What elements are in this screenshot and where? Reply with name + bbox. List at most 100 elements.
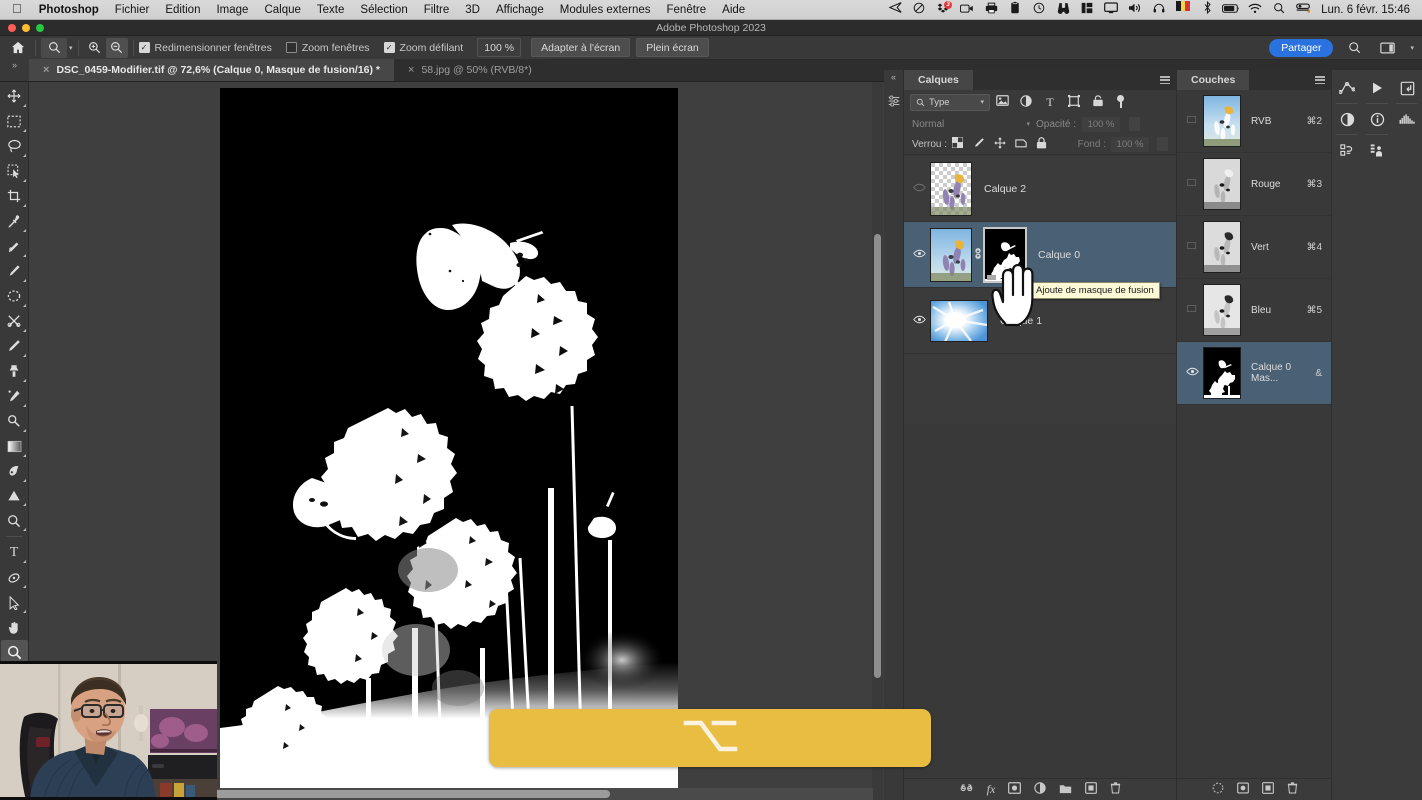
move-tool[interactable] — [1, 84, 28, 109]
channel-visibility-toggle[interactable] — [1181, 178, 1203, 190]
chevron-down-icon[interactable]: ▾ — [1026, 120, 1030, 128]
screen-record-icon[interactable] — [955, 0, 979, 20]
menu-item-affichage[interactable]: Affichage — [488, 4, 552, 16]
channel-visibility-toggle[interactable] — [1181, 304, 1203, 316]
menu-item-calque[interactable]: Calque — [256, 4, 308, 16]
binoculars-icon[interactable] — [1051, 0, 1075, 20]
channel-thumbnail-rouge[interactable] — [1203, 158, 1241, 210]
opacity-stepper[interactable] — [1129, 117, 1141, 131]
path-selection-tool[interactable] — [1, 590, 28, 615]
lock-image-icon[interactable] — [968, 137, 989, 152]
link-layers-icon[interactable] — [959, 783, 974, 796]
bluetooth-icon[interactable] — [1195, 0, 1219, 20]
smart-object-filter-icon[interactable] — [1086, 94, 1110, 110]
filter-toggle-icon[interactable] — [1116, 95, 1125, 109]
checkbox-resize-windows[interactable]: ✓ Redimensionner fenêtres — [138, 42, 272, 54]
clock-icon[interactable] — [1027, 0, 1051, 20]
actions-panel-icon[interactable] — [1362, 73, 1392, 103]
dropbox-icon[interactable]: 3 — [931, 0, 955, 20]
menu-item-texte[interactable]: Texte — [309, 4, 353, 16]
new-channel-icon[interactable] — [1261, 782, 1274, 797]
spotlight-search-icon[interactable] — [1267, 0, 1291, 20]
close-icon[interactable]: × — [43, 64, 49, 76]
menu-item-photoshop[interactable]: Photoshop — [31, 4, 107, 16]
delete-channel-icon[interactable] — [1287, 782, 1298, 797]
channel-visibility-toggle[interactable] — [1181, 241, 1203, 253]
type-filter-icon[interactable]: T — [1038, 95, 1062, 110]
link-icon[interactable] — [972, 247, 984, 263]
list-item[interactable]: RVB ⌘2 — [1177, 90, 1332, 153]
channel-visibility-toggle[interactable] — [1181, 367, 1203, 379]
adjustments-panel-icon[interactable] — [1332, 104, 1362, 134]
fit-screen-button[interactable]: Adapter à l'écran — [531, 38, 631, 57]
properties-panel-icon[interactable] — [1392, 73, 1422, 103]
add-mask-icon[interactable] — [1008, 782, 1022, 797]
window-traffic-lights[interactable] — [8, 24, 44, 32]
canvas-vertical-scrollbar[interactable] — [872, 82, 883, 800]
menu-item-selection[interactable]: Sélection — [352, 4, 415, 16]
fill-value[interactable]: 100 % — [1111, 136, 1149, 152]
panel-collapse-arrows-icon[interactable]: « — [884, 70, 903, 82]
panel-menu-icon[interactable] — [1315, 76, 1325, 84]
stats-icon[interactable] — [1075, 0, 1099, 20]
curves-panel-icon[interactable] — [1332, 73, 1362, 103]
checkbox-scrubby-zoom-box[interactable]: ✓ — [383, 42, 395, 53]
checkbox-resize-windows-box[interactable]: ✓ — [138, 42, 150, 53]
workspace-icon[interactable] — [1375, 37, 1399, 59]
chevron-down-icon[interactable]: ▾ — [980, 98, 984, 106]
stamp-tool[interactable] — [1, 284, 28, 309]
menu-item-3d[interactable]: 3D — [457, 4, 488, 16]
full-screen-button[interactable]: Plein écran — [636, 38, 709, 57]
tab-dsc0459[interactable]: × DSC_0459-Modifier.tif @ 72,6% (Calque … — [29, 59, 395, 81]
layer-thumbnail-calque0[interactable] — [930, 227, 972, 282]
new-layer-icon[interactable] — [1085, 782, 1098, 797]
apple-icon[interactable]:  — [6, 2, 31, 17]
do-not-disturb-icon[interactable] — [907, 0, 931, 20]
type-tool[interactable]: T — [1, 540, 28, 565]
document-canvas[interactable] — [220, 88, 678, 788]
eraser-tool[interactable] — [1, 334, 28, 359]
channel-thumbnail-bleu[interactable] — [1203, 284, 1241, 336]
workspace-chevron-down-icon[interactable]: ▾ — [1410, 44, 1414, 52]
checkbox-zoom-windows[interactable]: Zoom fenêtres — [285, 42, 370, 54]
display-icon[interactable] — [1099, 0, 1123, 20]
info-panel-icon[interactable] — [1362, 104, 1392, 134]
layer-visibility-toggle[interactable] — [908, 249, 930, 261]
printer-icon[interactable] — [979, 0, 1003, 20]
toolbar-collapse-arrows-icon[interactable]: » — [0, 59, 29, 81]
lock-transparent-icon[interactable] — [947, 136, 968, 151]
close-icon[interactable]: × — [408, 64, 414, 76]
list-item[interactable]: Bleu ⌘5 — [1177, 279, 1332, 342]
panel-dock-rail[interactable]: « — [884, 70, 904, 800]
home-icon[interactable] — [6, 37, 30, 59]
menu-item-image[interactable]: Image — [208, 4, 256, 16]
zoom-in-icon[interactable] — [84, 38, 106, 58]
path-tool[interactable] — [1, 565, 28, 590]
layer-thumbnail-calque2[interactable] — [930, 161, 972, 216]
list-item[interactable]: Rouge ⌘3 — [1177, 153, 1332, 216]
channel-thumbnail-vert[interactable] — [1203, 221, 1241, 273]
history-brush-tool[interactable] — [1, 309, 28, 334]
blend-mode-select[interactable]: Normal ▾ — [912, 119, 1030, 130]
layer-name-calque2[interactable]: Calque 2 — [984, 183, 1026, 195]
new-group-icon[interactable] — [1059, 783, 1072, 797]
volume-icon[interactable] — [1123, 0, 1147, 20]
table-row[interactable]: Calque 0 — [904, 222, 1176, 288]
menu-item-filtre[interactable]: Filtre — [416, 4, 458, 16]
shape-filter-icon[interactable] — [1062, 94, 1086, 110]
magnifier-small-tool[interactable] — [1, 508, 28, 533]
battery-icon[interactable] — [1219, 0, 1243, 20]
brush-tool[interactable] — [1, 259, 28, 284]
horizontal-scroll-thumb[interactable] — [207, 790, 610, 798]
shape-tool[interactable] — [1, 484, 28, 509]
libraries-panel-icon[interactable] — [1332, 135, 1362, 165]
vertical-scroll-thumb[interactable] — [874, 234, 881, 678]
checkbox-zoom-windows-box[interactable] — [285, 42, 297, 53]
pixel-filter-icon[interactable] — [990, 95, 1014, 109]
properties-rail-icon[interactable] — [884, 94, 903, 108]
clone-stamp-tool[interactable] — [1, 359, 28, 384]
histogram-panel-icon[interactable] — [1392, 104, 1422, 134]
gradient-tool[interactable] — [1, 434, 28, 459]
zoom-level-field[interactable]: 100 % — [477, 38, 522, 57]
channel-thumbnail-mask[interactable] — [1203, 347, 1241, 399]
